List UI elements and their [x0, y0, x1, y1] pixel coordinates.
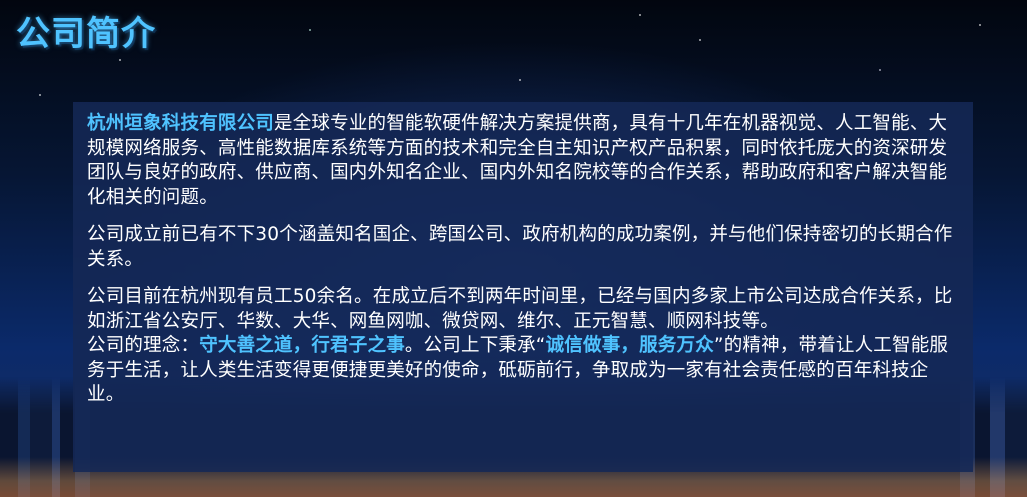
staff-paragraph: 公司目前在杭州现有员工50余名。在成立后不到两年时间里，已经与国内多家上市公司达… — [87, 286, 953, 332]
company-name: 杭州垣象科技有限公司 — [87, 113, 275, 134]
cases-paragraph: 公司成立前已有不下30个涵盖知名国企、跨国公司、政府机构的成功案例，并与他们保持… — [87, 224, 953, 270]
intro-paragraph: 杭州垣象科技有限公司是全球专业的智能软硬件解决方案提供商，具有十几年在机器视觉、… — [87, 112, 959, 210]
philosophy-mid: 。公司上下秉承“ — [404, 335, 546, 356]
philosophy-paragraph: 公司的理念：守大善之道，行君子之事。公司上下秉承“诚信做事，服务万众”的精神，带… — [87, 334, 959, 408]
philosophy-motto: 守大善之道，行君子之事 — [199, 335, 405, 356]
philosophy-label: 公司的理念： — [87, 335, 200, 356]
page-title: 公司简介 — [16, 14, 156, 54]
company-intro-card: 杭州垣象科技有限公司是全球专业的智能软硬件解决方案提供商，具有十几年在机器视觉、… — [73, 102, 973, 472]
philosophy-spirit: 诚信做事，服务万众 — [545, 335, 714, 356]
